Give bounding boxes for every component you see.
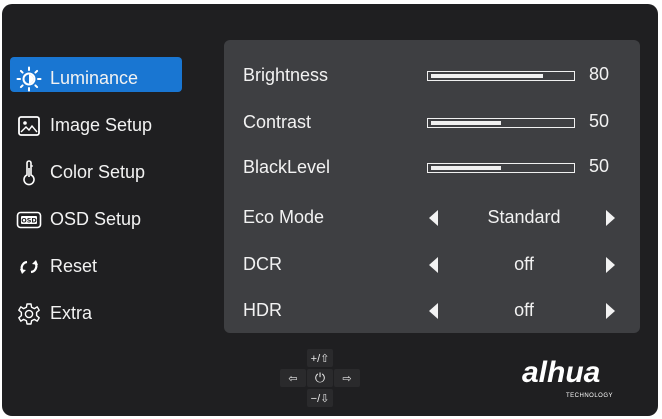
thermometer-icon (14, 158, 44, 188)
sidebar-item-label: Extra (50, 303, 93, 323)
brightness-slider[interactable] (427, 71, 575, 81)
sidebar-item-label: Luminance (50, 68, 139, 88)
sidebar-menu: Luminance Image Setup Color Setup OSD OS… (10, 57, 185, 337)
setting-option-value: off (514, 300, 534, 320)
setting-label: HDR (243, 300, 282, 320)
setting-option-value: off (514, 254, 534, 274)
down-minus-key: −/⇩ (307, 389, 333, 407)
slider-fill (431, 166, 501, 170)
setting-row-hdr[interactable]: HDR off (224, 290, 640, 330)
sidebar-item-label: Image Setup (50, 115, 153, 135)
setting-value: 50 (589, 156, 610, 176)
enter-key: ⇨ (334, 369, 360, 387)
sidebar-item-extra[interactable]: Extra (10, 290, 185, 337)
arrow-right-icon[interactable] (606, 303, 615, 319)
svg-text:OSD: OSD (21, 216, 37, 224)
exit-key: ⇦ (280, 369, 306, 387)
logo-wordmark: alhua (522, 356, 601, 389)
sidebar-item-image-setup[interactable]: Image Setup (10, 102, 185, 149)
setting-value: 50 (589, 111, 610, 131)
power-key: ⏻ (307, 369, 333, 387)
setting-row-blacklevel[interactable]: BlackLevel 50 (224, 147, 640, 187)
setting-label: Eco Mode (243, 207, 325, 227)
slider-fill (431, 74, 543, 78)
setting-option-value: Standard (487, 207, 561, 227)
setting-row-dcr[interactable]: DCR off (224, 244, 640, 284)
contrast-slider[interactable] (427, 118, 575, 128)
blacklevel-slider[interactable] (427, 163, 575, 173)
arrow-right-icon[interactable] (606, 210, 615, 226)
setting-label: Contrast (243, 112, 312, 132)
setting-row-eco-mode[interactable]: Eco Mode Standard (224, 197, 640, 237)
setting-row-contrast[interactable]: Contrast 50 (224, 102, 640, 142)
up-plus-key: +/⇧ (307, 349, 333, 367)
sidebar-item-luminance[interactable]: Luminance (10, 55, 185, 102)
setting-label: DCR (243, 254, 282, 274)
settings-panel: Brightness 80 Contrast 50 BlackLevel 50 … (224, 40, 640, 333)
sidebar-item-color-setup[interactable]: Color Setup (10, 149, 185, 196)
arrow-left-icon[interactable] (429, 303, 438, 319)
image-icon (14, 111, 44, 141)
control-keys-hint: +/⇧ ⇦ ⏻ ⇨ −/⇩ (277, 349, 362, 409)
osd-icon: OSD (14, 205, 44, 235)
sidebar-item-reset[interactable]: Reset (10, 243, 185, 290)
sidebar-item-label: Color Setup (50, 162, 146, 182)
gear-icon (14, 299, 44, 329)
arrow-right-icon[interactable] (606, 257, 615, 273)
reset-icon (14, 252, 44, 282)
arrow-left-icon[interactable] (429, 257, 438, 273)
sidebar-item-label: Reset (50, 256, 98, 276)
osd-menu: Luminance Image Setup Color Setup OSD OS… (2, 4, 658, 416)
setting-label: BlackLevel (243, 157, 331, 177)
arrow-left-icon[interactable] (429, 210, 438, 226)
setting-row-brightness[interactable]: Brightness 80 (224, 55, 640, 95)
sun-icon (14, 64, 44, 94)
sidebar-item-osd-setup[interactable]: OSD OSD Setup (10, 196, 185, 243)
setting-value: 80 (589, 64, 610, 84)
setting-label: Brightness (243, 65, 329, 85)
sidebar-item-label: OSD Setup (50, 209, 142, 229)
logo-tagline: TECHNOLOGY (566, 393, 614, 399)
slider-fill (431, 121, 501, 125)
brand-logo: alhua TECHNOLOGY (522, 356, 642, 400)
